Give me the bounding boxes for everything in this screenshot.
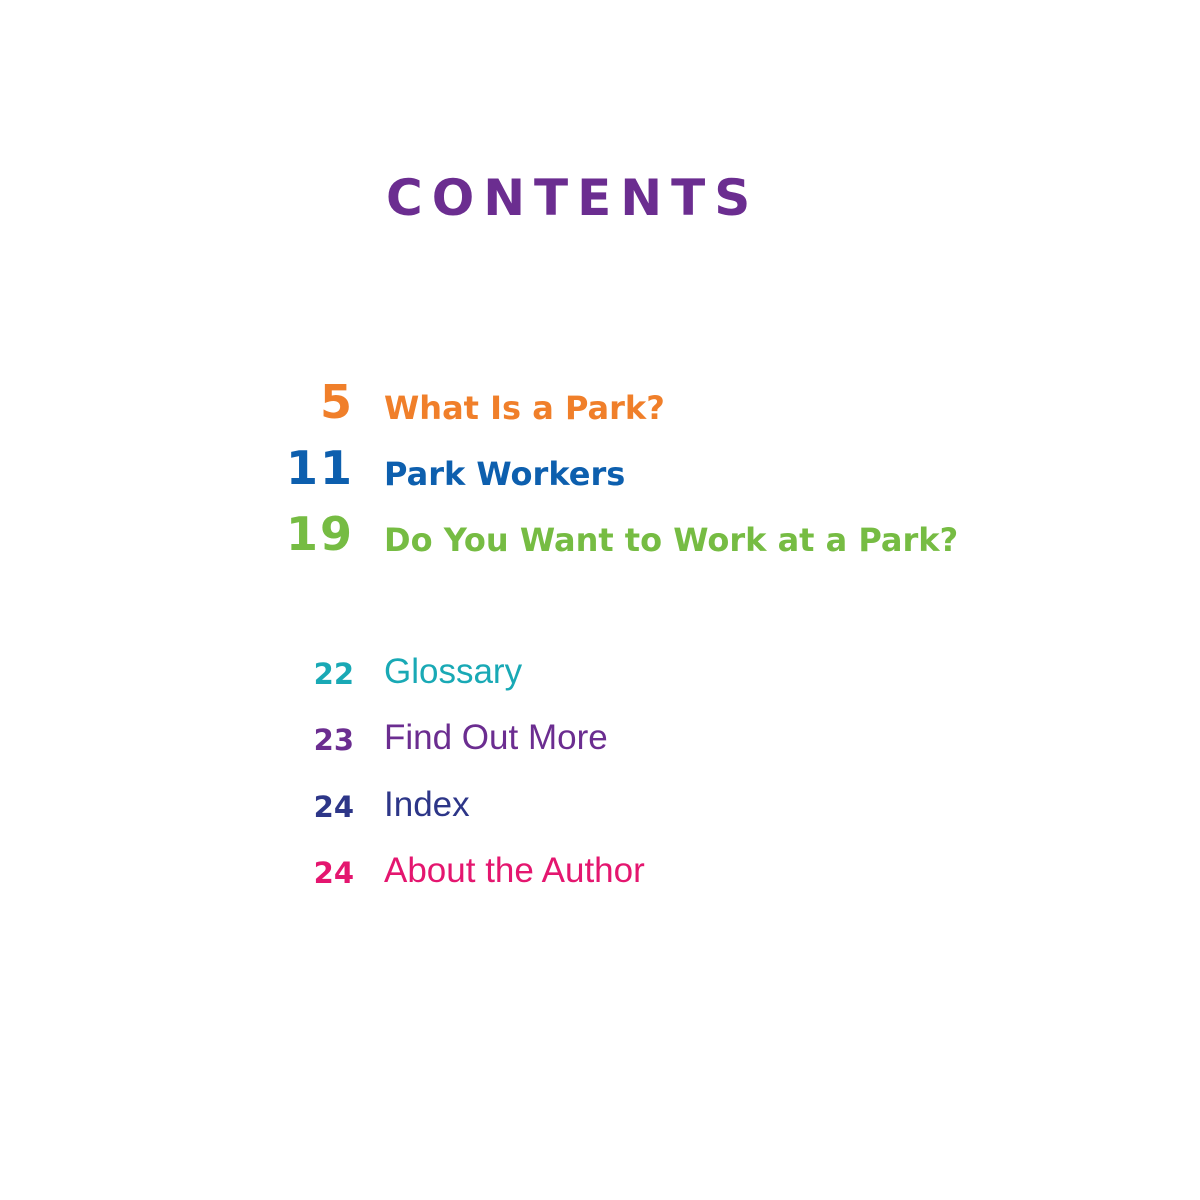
toc-page-number: 19 bbox=[285, 507, 354, 561]
toc-section-title[interactable]: Glossary bbox=[384, 642, 522, 702]
toc-section-title[interactable]: About the Author bbox=[384, 841, 645, 901]
toc-entry-about-the-author[interactable]: 24 About the Author bbox=[0, 841, 1200, 901]
toc-entry-glossary[interactable]: 22 Glossary bbox=[0, 642, 1200, 702]
toc-page-number: 24 bbox=[313, 790, 354, 824]
toc-chapter-title[interactable]: Park Workers bbox=[384, 444, 625, 504]
toc-entry-chapter-2[interactable]: 11 Park Workers bbox=[0, 438, 1200, 498]
toc-section-title[interactable]: Find Out More bbox=[384, 708, 608, 768]
toc-page-number: 22 bbox=[313, 657, 354, 691]
toc-page-number: 23 bbox=[313, 723, 354, 757]
toc-entry-chapter-1[interactable]: 5 What Is a Park? bbox=[0, 372, 1200, 432]
toc-page-number: 5 bbox=[319, 375, 354, 429]
toc-chapter-title[interactable]: Do You Want to Work at a Park? bbox=[384, 510, 958, 570]
toc-page-number: 24 bbox=[313, 856, 354, 890]
toc-page-number: 11 bbox=[285, 441, 354, 495]
toc-entry-find-out-more[interactable]: 23 Find Out More bbox=[0, 708, 1200, 768]
toc-entry-index[interactable]: 24 Index bbox=[0, 775, 1200, 835]
contents-title: CONTENTS bbox=[386, 169, 760, 227]
toc-entry-chapter-3[interactable]: 19 Do You Want to Work at a Park? bbox=[0, 504, 1200, 564]
toc-section-title[interactable]: Index bbox=[384, 775, 470, 835]
toc-chapter-title[interactable]: What Is a Park? bbox=[384, 378, 665, 438]
